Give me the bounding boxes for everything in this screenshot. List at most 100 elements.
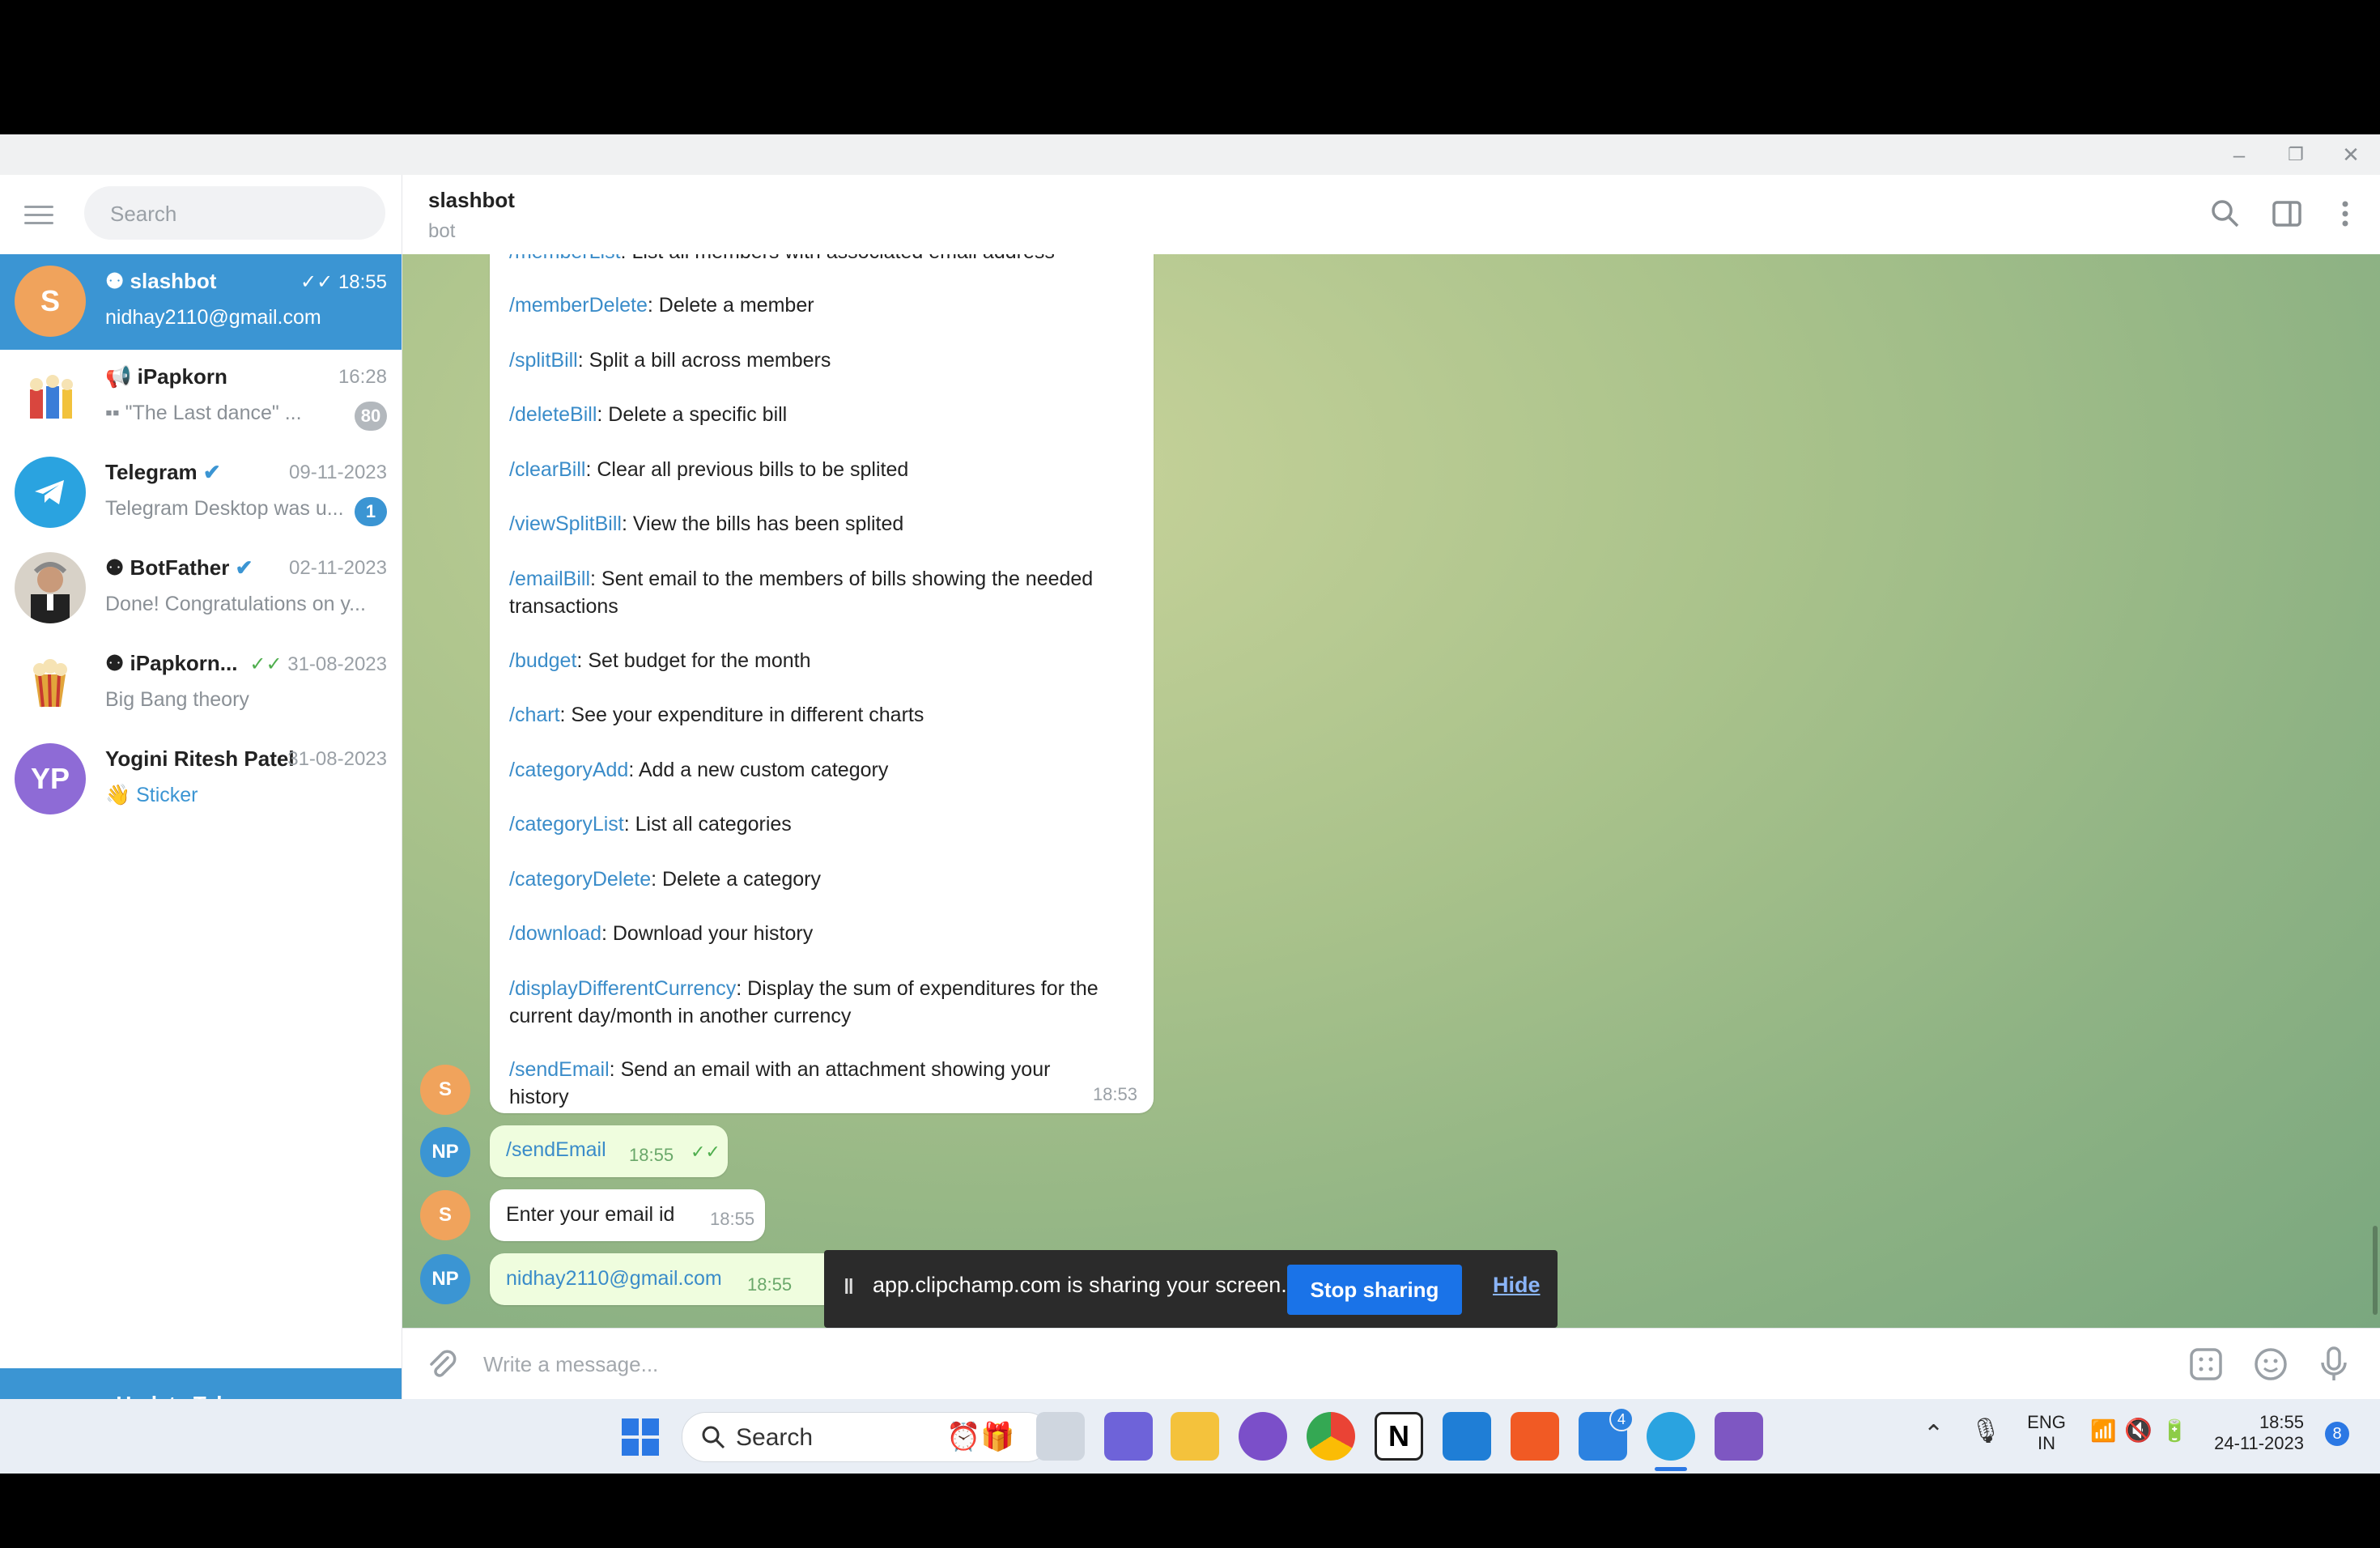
bot-avatar[interactable]: S	[420, 1190, 470, 1240]
double-check-icon: ✓✓	[249, 653, 288, 675]
pause-icon: ‖	[844, 1274, 854, 1299]
language-indicator[interactable]: ENG IN	[2021, 1412, 2072, 1454]
chat-name: Telegram ✔	[105, 460, 221, 484]
chat-time: 31-08-2023	[287, 748, 387, 770]
command-line: /categoryAdd: Add a new custom category	[509, 759, 889, 781]
chat-item-botfather[interactable]: ⚉ BotFather ✔ 02-11-2023 Done! Congratul…	[0, 541, 402, 636]
hide-link[interactable]: Hide	[1493, 1273, 1541, 1298]
verified-icon: ✔	[202, 460, 221, 484]
telegram-taskbar-icon[interactable]	[1647, 1412, 1695, 1461]
megaphone-icon: 📢	[105, 364, 138, 389]
share-status-text: app.clipchamp.com is sharing your screen…	[873, 1273, 1287, 1297]
close-button[interactable]: ✕	[2335, 141, 2367, 168]
thumbnail-icon: ▪▪	[105, 402, 125, 424]
active-app-indicator	[1655, 1467, 1687, 1471]
chat-name: ⚉ slashbot	[105, 269, 217, 293]
github-icon[interactable]	[1239, 1412, 1287, 1461]
search-icon	[700, 1424, 726, 1454]
chat-item-slashbot[interactable]: S ⚉ slashbot ✓✓ 18:55 nidhay2110@gmail.c…	[0, 254, 402, 350]
search-icon[interactable]	[2209, 198, 2242, 230]
minimize-button[interactable]: –	[2223, 141, 2255, 168]
message-bubble-outgoing: /sendEmail 18:55 ✓✓	[490, 1125, 728, 1177]
command-line: /download: Download your history	[509, 922, 814, 945]
bot-icon: ⚉	[105, 651, 130, 675]
command-line: /chart: See your expenditure in differen…	[509, 704, 924, 726]
restore-button[interactable]: ❐	[2280, 141, 2312, 168]
chat-time: 02-11-2023	[289, 557, 387, 579]
stop-sharing-button[interactable]: Stop sharing	[1287, 1265, 1462, 1315]
command-line: /categoryList: List all categories	[509, 813, 792, 836]
command-line: /deleteBill: Delete a specific bill	[509, 403, 788, 426]
clipchamp-icon[interactable]	[1715, 1412, 1763, 1461]
command-line: /clearBill: Clear all previous bills to …	[509, 458, 909, 481]
chat-item-yogini[interactable]: YP Yogini Ritesh Patel 31-08-2023 👋 Stic…	[0, 732, 402, 827]
email-link[interactable]: nidhay2110@gmail.com	[506, 1267, 722, 1291]
telegram-window: – ❐ ✕ S ⚉ slashbot ✓✓ 18:55 nidhay2110@g…	[0, 134, 2380, 1440]
meet-icon[interactable]	[1104, 1412, 1153, 1461]
chat-time: 16:28	[338, 366, 387, 388]
chat-item-telegram[interactable]: Telegram ✔ 09-11-2023 Telegram Desktop w…	[0, 445, 402, 541]
chat-name: 📢 iPapkorn	[105, 364, 227, 389]
notes-icon[interactable]: 4	[1579, 1407, 1634, 1461]
verified-icon: ✔	[235, 555, 253, 580]
command-line: /categoryDelete: Delete a category	[509, 868, 821, 891]
command-line: /memberDelete: Delete a member	[509, 294, 814, 317]
taskbar-search[interactable]: Search ⏰🎁	[682, 1412, 1051, 1462]
chat-title[interactable]: slashbot	[428, 188, 515, 213]
scrollbar[interactable]	[2373, 1226, 2378, 1315]
chat-item-ipapkorn[interactable]: 📢 iPapkorn 16:28 ▪▪ "The Last dance" ...…	[0, 350, 402, 445]
message-input[interactable]	[482, 1345, 2104, 1384]
file-explorer-icon[interactable]	[1171, 1412, 1219, 1461]
speaker-muted-icon[interactable]: 🔇	[2124, 1417, 2153, 1444]
user-avatar[interactable]: NP	[420, 1127, 470, 1177]
microphone-tray-icon[interactable]: 🎙	[1970, 1417, 2001, 1445]
windows-start-icon[interactable]	[622, 1418, 659, 1456]
title-bar: – ❐ ✕	[0, 134, 2380, 175]
chat-subtitle: bot	[428, 220, 456, 242]
chat-preview: nidhay2110@gmail.com	[105, 306, 321, 329]
sidebar-toggle-icon[interactable]	[2271, 198, 2303, 230]
clock[interactable]: 18:55 24-11-2023	[2199, 1412, 2304, 1454]
emoji-icon[interactable]	[2253, 1346, 2289, 1382]
notification-badge[interactable]: 8	[2325, 1422, 2349, 1446]
bot-icon: ⚉	[105, 269, 130, 293]
command-line: /sendEmail: Send an email with an attach…	[509, 1058, 1051, 1108]
chat-preview: Telegram Desktop was u...	[105, 497, 344, 520]
command-line: /splitBill: Split a bill across members	[509, 349, 831, 372]
avatar: YP	[15, 743, 86, 814]
vscode-icon[interactable]	[1443, 1412, 1491, 1461]
wifi-icon[interactable]: 📶	[2090, 1418, 2116, 1444]
bot-commands-icon[interactable]	[2188, 1346, 2224, 1382]
notion-icon[interactable]: N	[1375, 1412, 1423, 1461]
task-view-icon[interactable]	[1036, 1412, 1085, 1461]
chat-item-ipapkorn-bot[interactable]: ⚉ iPapkorn... ✓✓ 31-08-2023 Big Bang the…	[0, 636, 402, 732]
chat-preview: ▪▪ "The Last dance" ...	[105, 402, 302, 424]
search-input[interactable]	[108, 186, 371, 241]
chrome-icon[interactable]	[1307, 1412, 1355, 1461]
hamburger-menu-icon[interactable]	[24, 199, 57, 232]
chat-header: slashbot bot	[402, 175, 2380, 255]
bot-avatar[interactable]: S	[420, 1065, 470, 1115]
chat-preview: Done! Congratulations on y...	[105, 593, 366, 615]
chat-time: 09-11-2023	[289, 461, 387, 483]
botfather-avatar-icon	[15, 552, 86, 623]
microphone-icon[interactable]	[2316, 1345, 2352, 1384]
chat-preview: 👋 Sticker	[105, 784, 198, 806]
chat-name: ⚉ BotFather ✔	[105, 555, 253, 580]
telegram-logo-icon	[15, 457, 86, 528]
chat-name: ⚉ iPapkorn...	[105, 651, 238, 675]
message-bubble-command-list: /memberList: List all members with assoc…	[490, 254, 1154, 1113]
user-avatar[interactable]: NP	[420, 1254, 470, 1304]
battery-icon[interactable]: 🔋	[2161, 1418, 2187, 1444]
attach-icon[interactable]	[423, 1346, 459, 1382]
search-box[interactable]	[84, 186, 385, 241]
brave-icon[interactable]	[1511, 1412, 1559, 1461]
message-text[interactable]: /sendEmail	[506, 1138, 606, 1162]
double-check-icon: ✓✓	[300, 271, 338, 293]
command-line: /emailBill: Sent email to the members of…	[509, 568, 1094, 618]
avatar: S	[15, 266, 86, 337]
chevron-up-icon[interactable]: ⌃	[1923, 1420, 1944, 1448]
more-options-icon[interactable]	[2329, 198, 2361, 230]
command-line: /viewSplitBill: View the bills has been …	[509, 512, 904, 535]
message-area[interactable]: /memberList: List all members with assoc…	[402, 254, 2380, 1328]
